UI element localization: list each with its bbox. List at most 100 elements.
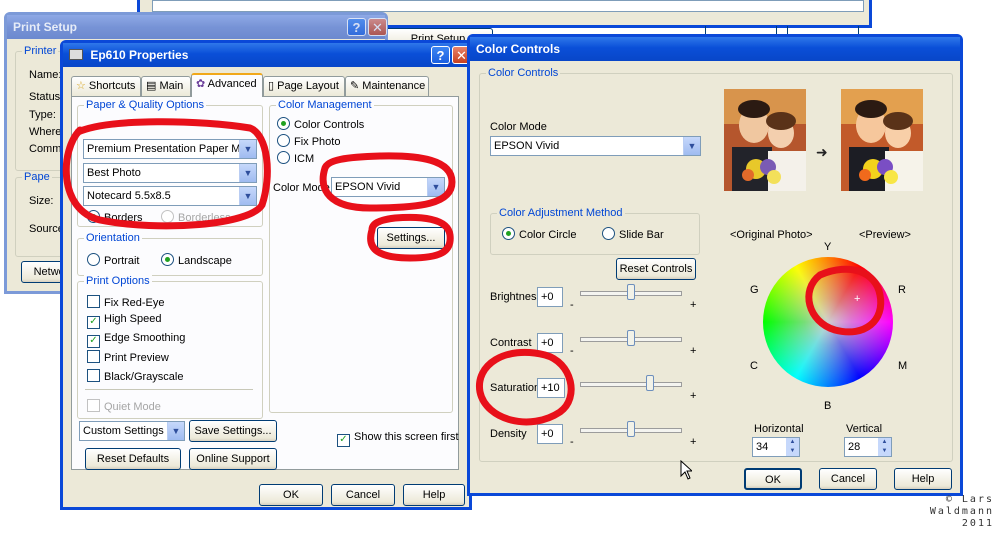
chevron-down-icon[interactable]: ▼: [239, 140, 256, 158]
cancel-button[interactable]: Cancel: [331, 484, 395, 506]
help-icon[interactable]: ?: [347, 18, 366, 36]
density-slider[interactable]: [580, 420, 682, 440]
contrast-field[interactable]: +0: [537, 333, 563, 353]
color-mode-select[interactable]: EPSON Vivid ▼: [490, 136, 701, 156]
spin-down-icon[interactable]: ▼: [878, 447, 891, 456]
spin-down-icon[interactable]: ▼: [786, 447, 799, 456]
media-type-select[interactable]: Premium Presentation Paper Matte ▼: [83, 139, 257, 159]
print-options-label: Print Options: [84, 275, 152, 287]
color-controls-group-label: Color Controls: [486, 67, 561, 79]
chevron-down-icon[interactable]: ▼: [427, 178, 444, 196]
cancel-button[interactable]: Cancel: [819, 468, 877, 490]
copyright: © Lars Waldmann 2011: [930, 494, 994, 530]
contrast-slider[interactable]: [580, 329, 682, 349]
slider-thumb[interactable]: [627, 284, 635, 300]
chevron-down-icon[interactable]: ▼: [239, 164, 256, 182]
close-icon[interactable]: ✕: [368, 18, 387, 36]
copyright-line-3: 2011: [961, 518, 994, 529]
contrast-value: +0: [541, 337, 554, 349]
slider-track: [580, 382, 682, 387]
chevron-down-icon[interactable]: ▼: [167, 422, 184, 440]
fix-photo-radio[interactable]: Fix Photo: [277, 134, 340, 148]
horizontal-field[interactable]: 34 ▲ ▼: [752, 437, 800, 457]
black-grayscale-checkbox[interactable]: Black/Grayscale: [87, 369, 183, 383]
slider-thumb[interactable]: [645, 375, 654, 391]
ok-button[interactable]: OK: [744, 468, 802, 490]
tab-advanced[interactable]: ✿ Advanced: [191, 73, 263, 97]
arrow-right-icon: ➜: [816, 144, 828, 160]
slider-minus: -: [570, 345, 574, 357]
borderless-radio[interactable]: Borderless: [161, 210, 231, 224]
wheel-marker-icon[interactable]: +: [854, 293, 860, 305]
quiet-mode-checkbox[interactable]: Quiet Mode: [87, 399, 161, 413]
radio-dot: [277, 151, 290, 164]
save-settings-button[interactable]: Save Settings...: [189, 420, 277, 442]
landscape-radio[interactable]: Landscape: [161, 253, 232, 267]
saturation-field[interactable]: +10: [537, 378, 565, 398]
horizontal-value: 34: [756, 441, 769, 453]
borders-radio[interactable]: Borders: [87, 210, 143, 224]
chevron-down-icon[interactable]: ▼: [239, 187, 256, 205]
wheel-label-b: B: [824, 400, 832, 412]
high-speed-checkbox[interactable]: ✓ High Speed: [87, 313, 162, 329]
tab-maintenance[interactable]: ✎ Maintenance: [345, 76, 429, 96]
name-label: Name:: [29, 69, 62, 81]
slider-minus: -: [570, 390, 574, 402]
print-preview-checkbox[interactable]: Print Preview: [87, 350, 169, 364]
color-adjustment-method-label: Color Adjustment Method: [497, 207, 625, 219]
quality-value: Best Photo: [87, 167, 141, 179]
brightness-slider[interactable]: [580, 283, 682, 303]
slider-plus: +: [690, 436, 697, 448]
tab-maintenance-label: Maintenance: [362, 80, 426, 92]
fix-red-eye-checkbox[interactable]: Fix Red-Eye: [87, 295, 165, 309]
slider-plus: +: [690, 345, 697, 357]
color-wheel[interactable]: [763, 257, 893, 387]
background-window-textarea: [152, 0, 864, 12]
chevron-down-icon[interactable]: ▼: [683, 137, 700, 155]
custom-settings-select[interactable]: Custom Settings ▼: [79, 421, 185, 441]
settings-button[interactable]: Settings...: [377, 227, 445, 249]
density-field[interactable]: +0: [537, 424, 563, 444]
color-circle-radio[interactable]: Color Circle: [502, 227, 576, 241]
tab-page-layout-label: Page Layout: [277, 80, 339, 92]
vertical-field[interactable]: 28 ▲ ▼: [844, 437, 892, 457]
high-speed-label: High Speed: [104, 313, 162, 325]
help-button[interactable]: Help: [894, 468, 952, 490]
reset-controls-button[interactable]: Reset Controls: [616, 258, 696, 280]
tab-shortcuts[interactable]: ☆ Shortcuts: [71, 76, 141, 96]
reset-defaults-button[interactable]: Reset Defaults: [85, 448, 181, 470]
wheel-label-r: R: [898, 284, 906, 296]
slide-bar-radio[interactable]: Slide Bar: [602, 227, 664, 241]
brightness-label: Brightness: [490, 291, 542, 303]
wrench-icon: ✎: [350, 80, 363, 92]
quality-select[interactable]: Best Photo ▼: [83, 163, 257, 183]
saturation-slider[interactable]: [580, 374, 682, 394]
borders-label: Borders: [104, 212, 143, 224]
help-button[interactable]: Help: [403, 484, 465, 506]
spin-up-icon[interactable]: ▲: [878, 438, 891, 447]
brightness-field[interactable]: +0: [537, 287, 563, 307]
color-controls-radio[interactable]: Color Controls: [277, 117, 364, 131]
slider-thumb[interactable]: [627, 330, 635, 346]
help-icon[interactable]: ?: [431, 46, 450, 64]
icm-label: ICM: [294, 153, 315, 165]
slide-bar-label: Slide Bar: [619, 229, 664, 241]
slider-thumb[interactable]: [627, 421, 635, 437]
paper-size-select[interactable]: Notecard 5.5x8.5 ▼: [83, 186, 257, 206]
cursor-icon: [680, 460, 692, 480]
icm-radio[interactable]: ICM: [277, 151, 314, 165]
tab-page-layout[interactable]: ▯ Page Layout: [263, 76, 345, 96]
spin-up-icon[interactable]: ▲: [786, 438, 799, 447]
portrait-radio[interactable]: Portrait: [87, 253, 139, 267]
ok-button[interactable]: OK: [259, 484, 323, 506]
color-mode-value: EPSON Vivid: [335, 181, 401, 193]
radio-dot: [161, 210, 174, 223]
check-icon: ✓: [337, 434, 350, 447]
color-mode-select[interactable]: EPSON Vivid ▼: [331, 177, 445, 197]
tab-main[interactable]: ▤ Main: [141, 76, 191, 96]
fix-red-eye-label: Fix Red-Eye: [104, 297, 165, 309]
edge-smoothing-checkbox[interactable]: ✓ Edge Smoothing: [87, 332, 185, 348]
show-screen-checkbox[interactable]: ✓ Show this screen first: [337, 431, 459, 447]
online-support-button[interactable]: Online Support: [189, 448, 277, 470]
preview-photo: [841, 89, 923, 191]
